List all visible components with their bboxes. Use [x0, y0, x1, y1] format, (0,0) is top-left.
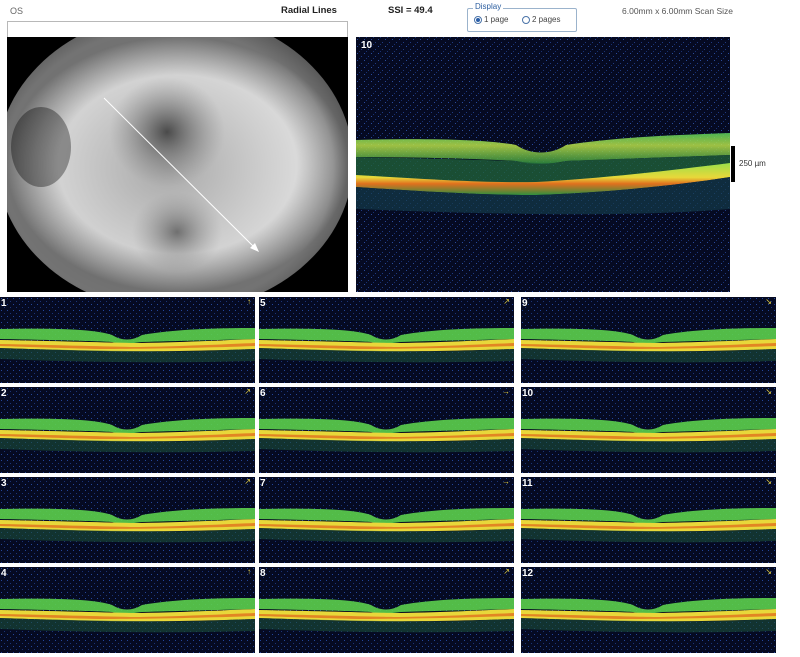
thumbnail-oct-svg: [521, 297, 776, 383]
thumbnail-number: 10: [522, 388, 534, 399]
scan-thumbnail[interactable]: 1 ↑: [0, 297, 255, 383]
radio-selected-icon: [474, 15, 482, 24]
display-legend: Display: [473, 2, 504, 11]
scan-thumbnail[interactable]: 12 ↘: [521, 567, 776, 653]
scan-direction-icon: ↘: [765, 477, 772, 486]
thumbnail-oct-svg: [521, 477, 776, 563]
thumbnail-number: 3: [1, 478, 7, 489]
thumbnail-number: 5: [260, 298, 266, 309]
scan-direction-icon: ↘: [765, 297, 772, 306]
scan-thumbnail[interactable]: 5 ↗: [259, 297, 514, 383]
scan-direction-icon: ↗: [503, 567, 510, 576]
scan-thumbnail[interactable]: 6 →: [259, 387, 514, 473]
scan-direction-icon: →: [502, 477, 510, 486]
thumbnail-oct-svg: [0, 567, 255, 653]
eye-label: OS: [10, 6, 24, 16]
main-oct-svg: [356, 37, 730, 292]
scan-direction-icon: ↑: [247, 567, 251, 576]
thumbnail-oct-svg: [0, 477, 255, 563]
thumbnail-oct-svg: [0, 387, 255, 473]
thumbnail-oct-svg: [521, 567, 776, 653]
scan-size-label: 6.00mm x 6.00mm Scan Size: [622, 6, 734, 16]
scan-thumbnail[interactable]: 8 ↗: [259, 567, 514, 653]
thumbnail-oct-svg: [259, 387, 514, 473]
thumbnail-number: 11: [522, 478, 533, 489]
radio-2-pages[interactable]: 2 pages: [522, 15, 560, 24]
thumbnail-oct-svg: [259, 567, 514, 653]
thumbnail-number: 9: [522, 298, 528, 309]
radio-2-pages-label: 2 pages: [532, 15, 561, 24]
thumbnail-number: 8: [260, 568, 266, 579]
scan-thumbnail[interactable]: 4 ↑: [0, 567, 255, 653]
ssi-label: SSI = 49.4: [388, 5, 433, 16]
scan-thumbnail[interactable]: 3 ↗: [0, 477, 255, 563]
radio-unselected-icon: [522, 15, 530, 24]
thumbnail-number: 1: [1, 298, 7, 309]
scan-thumbnail[interactable]: 9 ↘: [521, 297, 776, 383]
main-oct-scan[interactable]: 10: [356, 37, 730, 292]
fundus-svg: [7, 37, 348, 292]
scan-direction-icon: ↘: [765, 567, 772, 576]
scan-direction-icon: ↗: [244, 387, 251, 396]
main-scan-number: 10: [361, 40, 373, 51]
scan-thumbnail[interactable]: 7 →: [259, 477, 514, 563]
thumbnail-oct-svg: [259, 477, 514, 563]
thumbnail-number: 4: [1, 568, 7, 579]
scale-bar: [731, 146, 735, 182]
scale-label: 250 µm: [739, 159, 766, 168]
radio-1-page[interactable]: 1 page: [474, 15, 508, 24]
thumbnail-number: 2: [1, 388, 7, 399]
display-options-group: Display 1 page 2 pages: [467, 2, 577, 32]
scan-direction-icon: →: [502, 387, 510, 396]
scan-direction-icon: ↑: [247, 297, 251, 306]
thumbnail-oct-svg: [259, 297, 514, 383]
thumbnail-number: 6: [260, 388, 266, 399]
scan-direction-icon: ↗: [244, 477, 251, 486]
thumbnail-oct-svg: [521, 387, 776, 473]
radio-1-page-label: 1 page: [484, 15, 509, 24]
scan-type-label: Radial Lines: [281, 5, 337, 16]
thumbnail-number: 12: [522, 568, 534, 579]
thumbnail-number: 7: [260, 478, 266, 489]
scan-direction-icon: ↘: [765, 387, 772, 396]
scan-thumbnail[interactable]: 11 ↘: [521, 477, 776, 563]
scan-thumbnail[interactable]: 10 ↘: [521, 387, 776, 473]
thumbnail-grid: 1 ↑ 5 ↗ 9 ↘ 2 ↗ 6 → 10 ↘ 3 ↗ 7 → 11 ↘ 4 ↑ 8 ↗ 12 ↘: [0, 297, 800, 657]
fundus-image[interactable]: [7, 37, 348, 292]
thumbnail-oct-svg: [0, 297, 255, 383]
scan-thumbnail[interactable]: 2 ↗: [0, 387, 255, 473]
scan-direction-icon: ↗: [503, 297, 510, 306]
